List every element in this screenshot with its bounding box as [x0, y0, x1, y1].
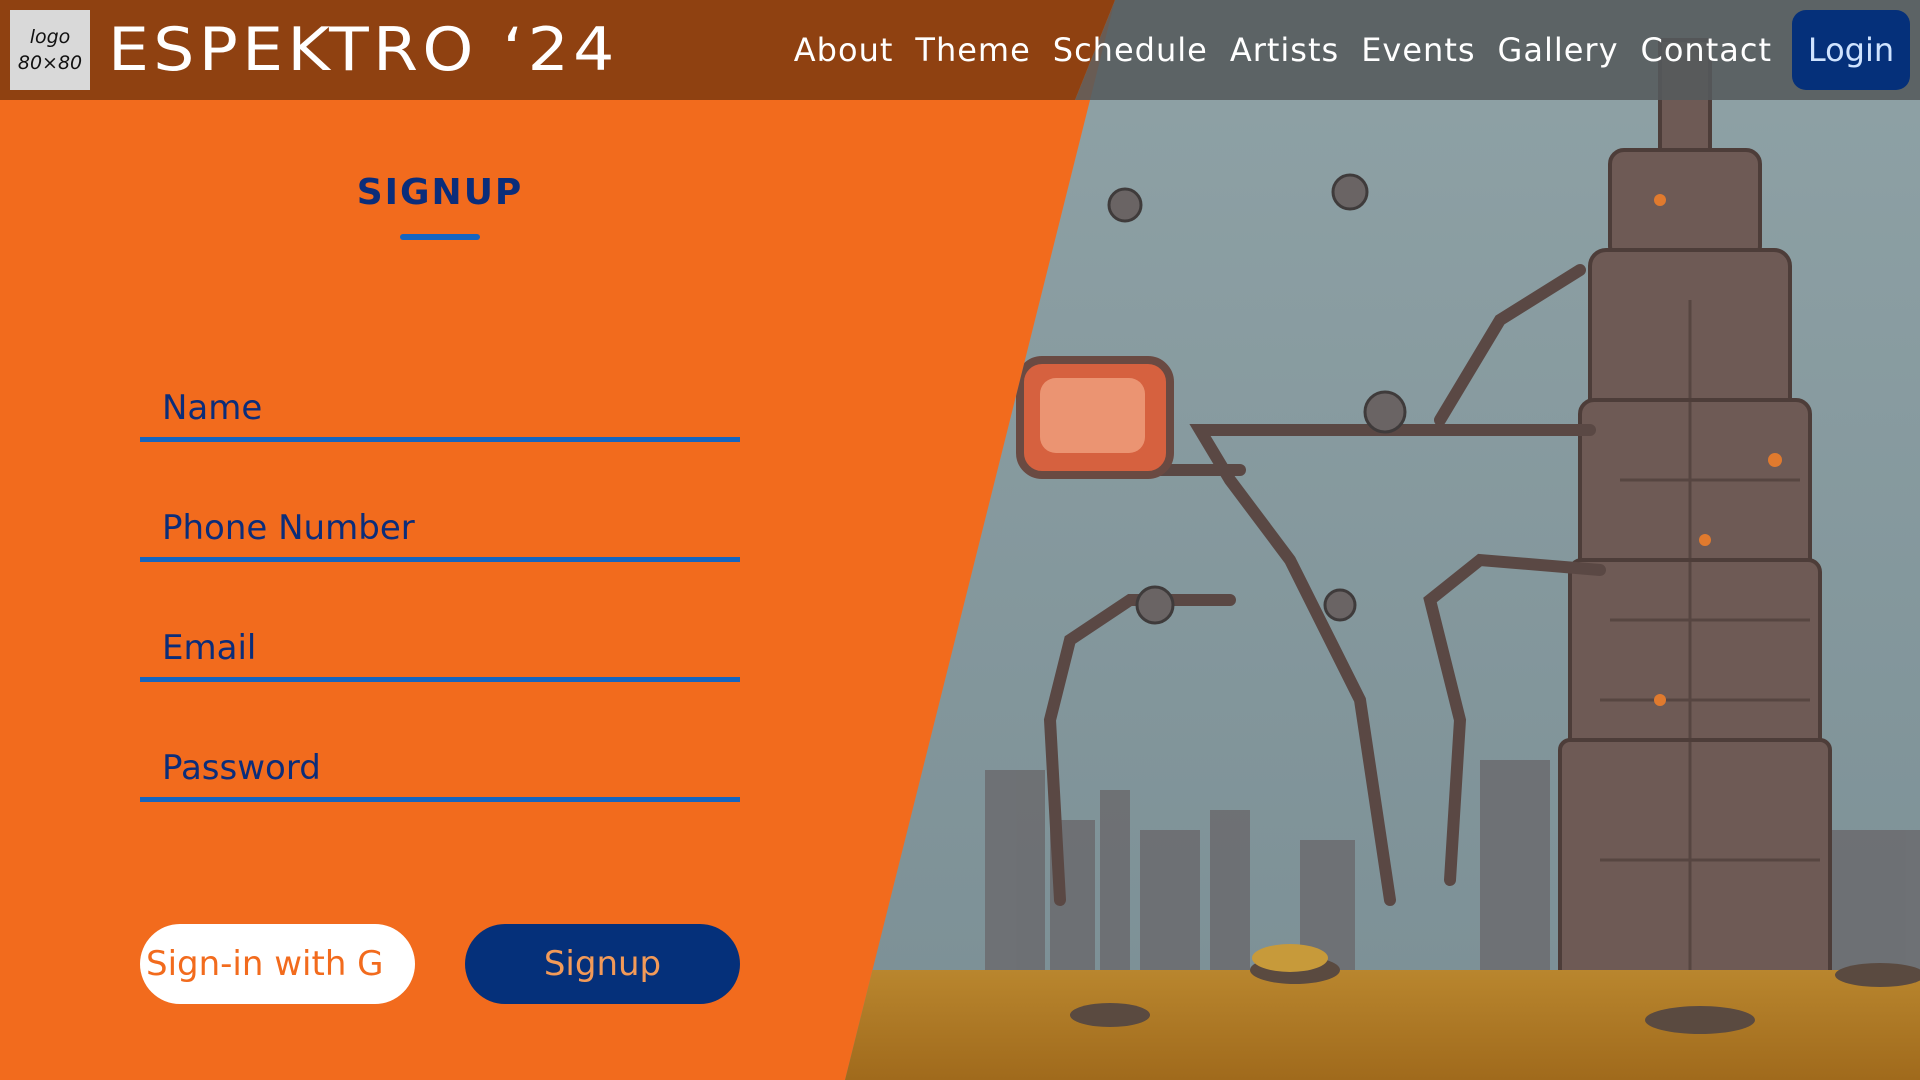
phone-field [140, 498, 740, 562]
password-field [140, 738, 740, 802]
password-input[interactable] [140, 738, 740, 797]
signup-button[interactable]: Signup [465, 924, 740, 1004]
nav-theme[interactable]: Theme [915, 31, 1030, 69]
name-input[interactable] [140, 378, 740, 437]
name-field [140, 378, 740, 442]
signup-title: SIGNUP [356, 172, 524, 213]
site-header: logo 80×80 ESPEKTRO ‘24 About Theme Sche… [0, 0, 1920, 100]
email-field [140, 618, 740, 682]
phone-input[interactable] [140, 498, 740, 557]
logo-placeholder[interactable]: logo 80×80 [10, 10, 90, 90]
email-input[interactable] [140, 618, 740, 677]
google-signin-button[interactable]: Sign-in with G [140, 924, 415, 1004]
nav-gallery[interactable]: Gallery [1498, 31, 1619, 69]
main-nav: About Theme Schedule Artists Events Gall… [772, 10, 1910, 90]
login-button[interactable]: Login [1792, 10, 1910, 90]
brand-title[interactable]: ESPEKTRO ‘24 [108, 12, 619, 88]
nav-events[interactable]: Events [1361, 31, 1475, 69]
nav-about[interactable]: About [794, 31, 894, 69]
nav-artists[interactable]: Artists [1230, 31, 1339, 69]
title-underline [400, 234, 480, 240]
nav-contact[interactable]: Contact [1641, 31, 1773, 69]
nav-schedule[interactable]: Schedule [1053, 31, 1208, 69]
